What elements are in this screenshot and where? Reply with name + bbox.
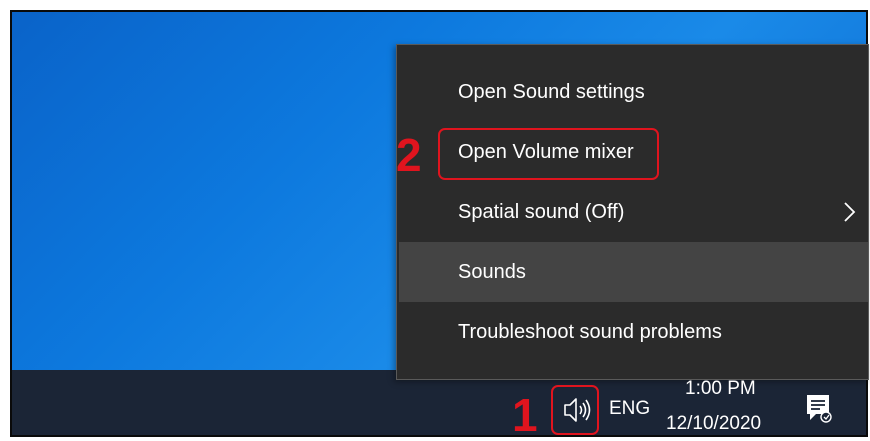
- chevron-right-icon: [844, 202, 856, 222]
- menu-item-spatial-sound[interactable]: Spatial sound (Off): [399, 182, 868, 242]
- screenshot-frame: Open Sound settings Open Volume mixer Sp…: [0, 0, 870, 439]
- menu-item-label: Spatial sound (Off): [458, 201, 625, 223]
- action-center-icon[interactable]: [804, 392, 834, 424]
- menu-item-label: Open Sound settings: [458, 81, 645, 103]
- menu-item-label: Sounds: [458, 261, 526, 283]
- speaker-icon[interactable]: [556, 388, 596, 432]
- language-indicator[interactable]: ENG: [609, 398, 650, 420]
- menu-item-label: Open Volume mixer: [458, 141, 634, 163]
- menu-item-open-volume-mixer[interactable]: Open Volume mixer: [399, 122, 868, 182]
- sound-context-menu: Open Sound settings Open Volume mixer Sp…: [396, 44, 869, 380]
- menu-item-sounds[interactable]: Sounds: [399, 242, 868, 302]
- step-1-number: 1: [512, 389, 538, 441]
- clock-date[interactable]: 12/10/2020: [666, 413, 761, 435]
- menu-item-label: Troubleshoot sound problems: [458, 321, 722, 343]
- step-2-number: 2: [396, 129, 422, 181]
- menu-item-open-sound-settings[interactable]: Open Sound settings: [399, 62, 868, 122]
- clock-time[interactable]: 1:00 PM: [685, 378, 756, 400]
- menu-item-troubleshoot[interactable]: Troubleshoot sound problems: [399, 302, 868, 362]
